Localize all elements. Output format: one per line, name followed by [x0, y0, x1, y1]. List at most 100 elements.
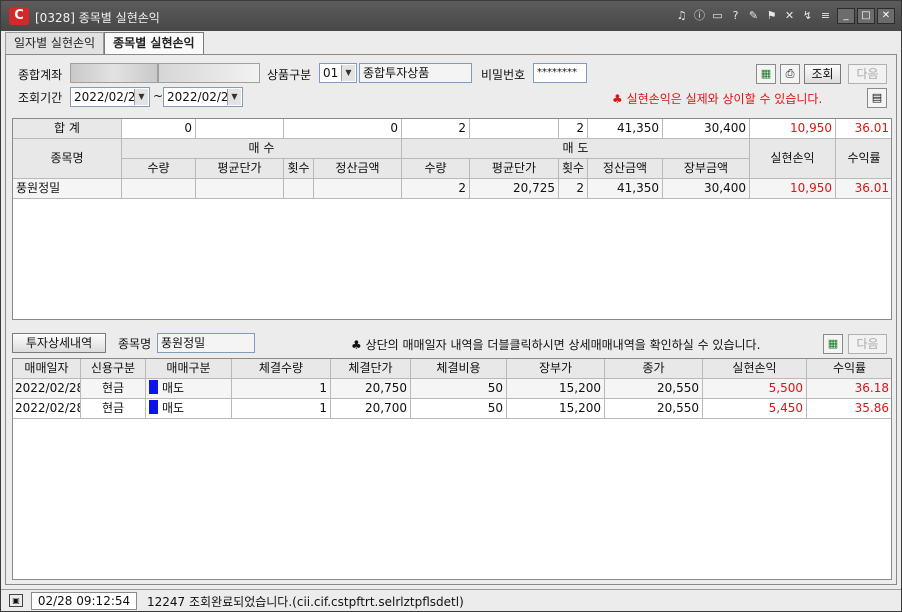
col-header-close-price: 종가: [605, 359, 703, 379]
trade-row-type[interactable]: 매도: [146, 399, 232, 419]
title-bar: C [0328] 종목별 실현손익 ♫ ⓘ ▭ ? ✎ ⚑ ✕ ↯ ≡ _ □ …: [1, 1, 901, 31]
investment-detail-button[interactable]: 투자상세내역: [12, 333, 106, 353]
trade-row-book[interactable]: 15,200: [507, 379, 605, 399]
chevron-down-icon[interactable]: ▼: [134, 89, 148, 105]
account-name-field[interactable]: [158, 63, 260, 83]
sell-marker-icon: [149, 400, 158, 414]
product-label: 상품구분: [267, 68, 312, 82]
detail-next-button[interactable]: 다음: [848, 334, 887, 354]
query-button[interactable]: 조회: [804, 64, 841, 84]
period-label: 조회기간: [18, 91, 63, 105]
trade-row-book[interactable]: 15,200: [507, 399, 605, 419]
tab-daily-profit[interactable]: 일자별 실현손익: [5, 32, 105, 54]
col-header-sell-amount: 정산금액: [588, 159, 663, 179]
print-icon[interactable]: ⎙: [780, 64, 800, 84]
disclaimer-notice: ♣ 실현손익은 실제와 상이할 수 있습니다.: [612, 92, 823, 106]
row-buy-amount[interactable]: [314, 179, 402, 199]
account-number-field[interactable]: [70, 63, 158, 83]
excel-export-icon[interactable]: ▦: [756, 64, 776, 84]
date-to-picker[interactable]: 2022/02/28 ▼: [163, 87, 243, 107]
trade-row-date[interactable]: 2022/02/28: [13, 379, 81, 399]
trade-row-price[interactable]: 20,700: [331, 399, 411, 419]
summary-realized: 10,950: [750, 119, 836, 139]
link-icon[interactable]: ✕: [784, 9, 795, 23]
trade-detail-grid[interactable]: 매매일자 신용구분 매매구분 체결수량 체결단가 체결비용 장부가 종가 실현손…: [12, 358, 892, 580]
pin-icon[interactable]: ✎: [748, 9, 759, 23]
summary-grid[interactable]: 합 계 0 0 2 2 41,350 30,400 10,950 36.01 종…: [12, 118, 892, 320]
row-return[interactable]: 36.01: [836, 179, 891, 199]
row-sell-avg[interactable]: 20,725: [470, 179, 559, 199]
settings-icon[interactable]: ≡: [820, 9, 831, 23]
help-icon[interactable]: ?: [730, 9, 741, 23]
password-field[interactable]: ********: [533, 63, 587, 83]
monitor-icon[interactable]: ▣: [9, 594, 23, 607]
trade-row-qty[interactable]: 1: [232, 399, 331, 419]
product-name-field: 종합투자상품: [359, 63, 472, 83]
col-header-buy-avg: 평균단가: [196, 159, 284, 179]
trade-row-qty[interactable]: 1: [232, 379, 331, 399]
trade-row-type[interactable]: 매도: [146, 379, 232, 399]
tab-item-profit[interactable]: 종목별 실현손익: [104, 32, 204, 55]
summary-book-amount: 30,400: [663, 119, 750, 139]
col-header-buy: 매 수: [122, 139, 402, 159]
row-buy-avg[interactable]: [196, 179, 284, 199]
row-realized[interactable]: 10,950: [750, 179, 836, 199]
col-header-name: 종목명: [13, 139, 122, 179]
row-sell-amount[interactable]: 41,350: [588, 179, 663, 199]
trade-row-realized[interactable]: 5,450: [703, 399, 807, 419]
trade-row-cost[interactable]: 50: [411, 399, 507, 419]
trade-row-date[interactable]: 2022/02/28: [13, 399, 81, 419]
col-header-buy-qty: 수량: [122, 159, 196, 179]
trade-row-credit[interactable]: 현금: [81, 379, 146, 399]
message-icon[interactable]: ▤: [867, 88, 887, 108]
summary-cell: [196, 119, 284, 139]
row-buy-count[interactable]: [284, 179, 314, 199]
date-to-value: 2022/02/28: [167, 90, 237, 104]
next-button[interactable]: 다음: [848, 64, 887, 84]
trade-row-close[interactable]: 20,550: [605, 399, 703, 419]
summary-sell-count: 2: [559, 119, 588, 139]
col-header-buy-count: 횟수: [284, 159, 314, 179]
col-header-exec-qty: 체결수량: [232, 359, 331, 379]
detail-notice: ♣ 상단의 매매일자 내역을 더블클릭하시면 상세매매내역을 확인하실 수 있습…: [351, 338, 761, 352]
row-buy-qty[interactable]: [122, 179, 196, 199]
chevron-down-icon[interactable]: ▼: [227, 89, 241, 105]
tab-strip: 일자별 실현손익 종목별 실현손익: [5, 32, 204, 55]
trade-row-credit[interactable]: 현금: [81, 399, 146, 419]
status-message: 12247 조회완료되었습니다.(cii.cif.cstpftrt.selrlz…: [147, 595, 464, 609]
trade-row-close[interactable]: 20,550: [605, 379, 703, 399]
headset-icon[interactable]: ♫: [676, 9, 687, 23]
row-stock-name[interactable]: 풍원정밀: [13, 179, 122, 199]
chevron-down-icon[interactable]: ▼: [341, 65, 355, 81]
trade-row-cost[interactable]: 50: [411, 379, 507, 399]
date-from-value: 2022/02/28: [74, 90, 144, 104]
maximize-button[interactable]: □: [857, 8, 875, 24]
excel-export-icon[interactable]: ▦: [823, 334, 843, 354]
product-code-select[interactable]: 01 ▼: [319, 63, 357, 83]
summary-label: 합 계: [13, 119, 122, 139]
window-title: [0328] 종목별 실현손익: [35, 11, 160, 25]
col-header-trade-date: 매매일자: [13, 359, 81, 379]
app-logo: C: [9, 7, 29, 25]
trade-row-price[interactable]: 20,750: [331, 379, 411, 399]
col-header-sell-count: 횟수: [559, 159, 588, 179]
row-sell-count[interactable]: 2: [559, 179, 588, 199]
trade-row-realized[interactable]: 5,500: [703, 379, 807, 399]
sort-icon[interactable]: ↯: [802, 9, 813, 23]
trade-row-type-label: 매도: [162, 381, 185, 395]
info-icon[interactable]: ⓘ: [694, 9, 705, 23]
date-from-picker[interactable]: 2022/02/28 ▼: [70, 87, 150, 107]
minimize-button[interactable]: _: [837, 8, 855, 24]
close-button[interactable]: ✕: [877, 8, 895, 24]
product-code-value: 01: [323, 66, 339, 80]
col-header-realized: 실현손익: [750, 139, 836, 179]
flag-icon[interactable]: ⚑: [766, 9, 777, 23]
row-sell-qty[interactable]: 2: [402, 179, 470, 199]
summary-cell: [470, 119, 559, 139]
col-header-book-price: 장부가: [507, 359, 605, 379]
chat-icon[interactable]: ▭: [712, 9, 723, 23]
col-header-sell: 매 도: [402, 139, 750, 159]
trade-row-return[interactable]: 36.18: [807, 379, 891, 399]
trade-row-return[interactable]: 35.86: [807, 399, 891, 419]
row-book-amount[interactable]: 30,400: [663, 179, 750, 199]
